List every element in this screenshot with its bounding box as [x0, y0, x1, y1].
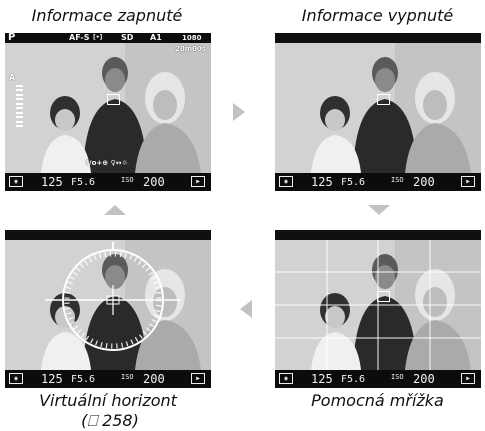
matrix-metering-icon: ◉ [279, 373, 293, 384]
caption-grid: Pomocná mřížka [311, 391, 444, 410]
bottom-row-icons: ?/o+⊕ ♀↔☼ [85, 159, 128, 167]
iso-value: 200 [143, 175, 165, 189]
iso-value: 200 [143, 372, 165, 386]
focus-area-icon: [•] [93, 34, 103, 41]
arrow-right-icon [233, 103, 245, 121]
aperture: F5.6 [341, 374, 366, 385]
live-view-photo [5, 43, 211, 173]
arrow-left-icon [240, 300, 252, 318]
caption-page-ref: (⎕ 258) [81, 411, 139, 430]
screen-info-on: P AF-S [•] SD A1 1080 20m00s A ?/o+⊕ ♀↔☼ [5, 33, 211, 191]
aperture: F5.6 [71, 177, 96, 188]
iso-value: 200 [413, 372, 435, 386]
iso-label: ISO [121, 373, 134, 381]
shutter-speed: 125 [311, 372, 333, 386]
frame-size: 1080 [182, 34, 202, 42]
arrow-down-icon [368, 205, 390, 215]
matrix-metering-icon: ◉ [9, 373, 23, 384]
top-info-bar: P AF-S [•] SD A1 1080 [5, 33, 211, 43]
white-balance: A1 [150, 33, 162, 42]
iso-label: ISO [391, 176, 404, 184]
focus-frame [377, 291, 390, 302]
bottom-info-bar: ◉ 125 F5.6 ISO 200 ▶ [275, 370, 481, 388]
bottom-info-bar: ◉ 125 F5.6 ISO 200 ▶ [275, 173, 481, 191]
movie-icon: ▶ [191, 373, 205, 384]
screen-virtual-horizon: ◉ 125 F5.6 ISO 200 ▶ [5, 230, 211, 388]
audio-level-meter [16, 85, 23, 127]
movie-icon: ▶ [191, 176, 205, 187]
matrix-metering-icon: ◉ [9, 176, 23, 187]
focus-frame [107, 94, 120, 105]
aperture: F5.6 [341, 177, 366, 188]
card-indicator: SD [121, 33, 134, 42]
remaining-time: 20m00s [175, 45, 206, 53]
iso-label: ISO [121, 176, 134, 184]
bottom-info-bar: ◉ 125 F5.6 ISO 200 ▶ [5, 370, 211, 388]
iso-value: 200 [413, 175, 435, 189]
shutter-speed: 125 [41, 175, 63, 189]
bottom-info-bar: ◉ 125 F5.6 ISO 200 ▶ [5, 173, 211, 191]
caption-info-off: Informace vypnuté [301, 6, 454, 25]
iso-label: ISO [391, 373, 404, 381]
shutter-speed: 125 [41, 372, 63, 386]
movie-icon: ▶ [461, 373, 475, 384]
shutter-speed: 125 [311, 175, 333, 189]
arrow-up-icon [104, 205, 126, 215]
focus-frame [377, 94, 390, 105]
audio-level-label: A [9, 73, 16, 82]
caption-virtual-horizon: Virtuální horizont [39, 391, 177, 410]
caption-info-on: Informace zapnuté [31, 6, 183, 25]
live-view-photo [275, 240, 481, 370]
focus-mode: AF-S [69, 33, 90, 42]
live-view-photo [275, 43, 481, 173]
aperture: F5.6 [71, 374, 96, 385]
screen-framing-grid: ◉ 125 F5.6 ISO 200 ▶ [275, 230, 481, 388]
movie-icon: ▶ [461, 176, 475, 187]
live-view-photo [5, 240, 211, 370]
matrix-metering-icon: ◉ [279, 176, 293, 187]
shooting-mode: P [8, 33, 16, 43]
screen-info-off: ◉ 125 F5.6 ISO 200 ▶ [275, 33, 481, 191]
